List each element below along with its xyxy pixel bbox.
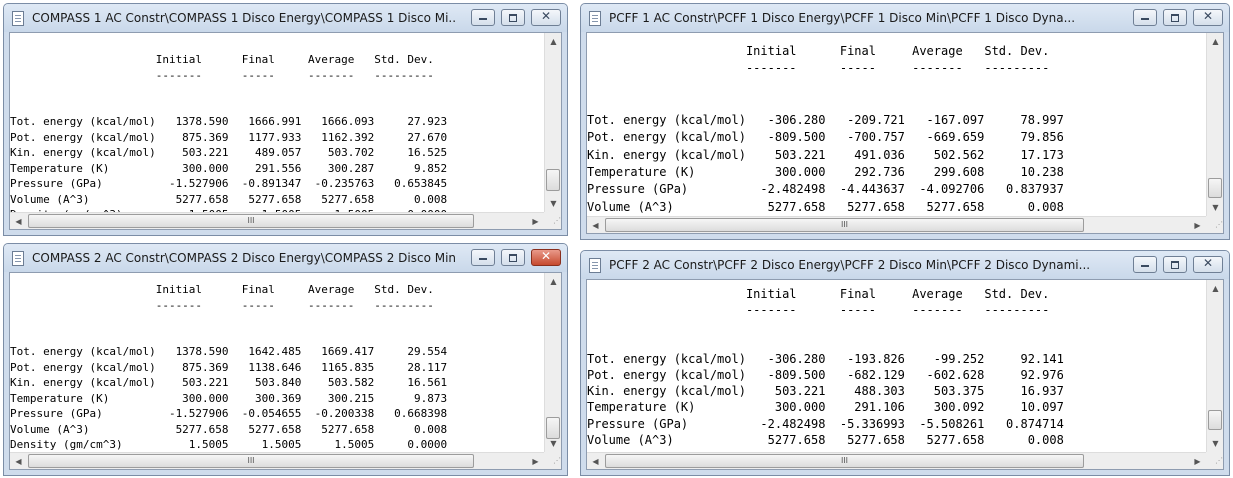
- minimize-button[interactable]: [1133, 256, 1157, 273]
- vertical-scroll-thumb[interactable]: [1208, 178, 1222, 198]
- scroll-left-arrow-icon[interactable]: ◀: [10, 453, 27, 469]
- vertical-scrollbar[interactable]: ▲ ▼: [1206, 280, 1223, 452]
- compass2-output-pane: Initial Final Average Std. Dev. ------- …: [9, 272, 562, 470]
- minimize-icon: [479, 258, 487, 260]
- scroll-down-arrow-icon[interactable]: ▼: [545, 195, 561, 212]
- minimize-button[interactable]: [471, 249, 495, 266]
- close-icon: ✕: [1202, 256, 1214, 270]
- grip-icon: III: [247, 216, 255, 225]
- vertical-scroll-thumb[interactable]: [1208, 410, 1222, 430]
- horizontal-scrollbar[interactable]: ◀ III ▶: [10, 212, 544, 229]
- horizontal-scrollbar[interactable]: ◀ III ▶: [587, 452, 1206, 469]
- close-button[interactable]: ✕: [1193, 9, 1223, 26]
- close-button[interactable]: ✕: [1193, 256, 1223, 273]
- scroll-up-arrow-icon[interactable]: ▲: [545, 273, 561, 290]
- close-icon: ✕: [540, 9, 552, 23]
- maximize-button[interactable]: [1163, 9, 1187, 26]
- size-grip-icon[interactable]: ⋰: [1206, 216, 1223, 233]
- document-icon: [589, 258, 601, 273]
- scroll-up-arrow-icon[interactable]: ▲: [1207, 33, 1223, 50]
- horizontal-scrollbar[interactable]: ◀ III ▶: [587, 216, 1206, 233]
- size-grip-icon[interactable]: ⋰: [544, 452, 561, 469]
- maximize-button[interactable]: [1163, 256, 1187, 273]
- horizontal-scroll-thumb[interactable]: III: [605, 454, 1084, 468]
- horizontal-scroll-thumb[interactable]: III: [28, 454, 474, 468]
- scroll-down-arrow-icon[interactable]: ▼: [545, 435, 561, 452]
- scroll-left-arrow-icon[interactable]: ◀: [10, 213, 27, 229]
- document-icon: [12, 251, 24, 266]
- pcff2-title-bar[interactable]: PCFF 2 AC Constr\PCFF 2 Disco Energy\PCF…: [581, 251, 1229, 279]
- compass2-window[interactable]: COMPASS 2 AC Constr\COMPASS 2 Disco Ener…: [3, 243, 568, 476]
- compass2-title-bar[interactable]: COMPASS 2 AC Constr\COMPASS 2 Disco Ener…: [4, 244, 567, 272]
- vertical-scrollbar[interactable]: ▲ ▼: [544, 33, 561, 212]
- minimize-icon: [479, 18, 487, 20]
- pcff2-window[interactable]: PCFF 2 AC Constr\PCFF 2 Disco Energy\PCF…: [580, 250, 1230, 476]
- horizontal-scroll-thumb[interactable]: III: [605, 218, 1084, 232]
- vertical-scroll-thumb[interactable]: [546, 169, 560, 191]
- document-icon: [589, 11, 601, 26]
- scroll-up-arrow-icon[interactable]: ▲: [545, 33, 561, 50]
- maximize-button[interactable]: [501, 249, 525, 266]
- maximize-icon: [509, 254, 517, 262]
- vertical-scrollbar[interactable]: ▲ ▼: [1206, 33, 1223, 216]
- maximize-icon: [1171, 261, 1179, 269]
- scroll-down-arrow-icon[interactable]: ▼: [1207, 199, 1223, 216]
- scroll-up-arrow-icon[interactable]: ▲: [1207, 280, 1223, 297]
- scroll-left-arrow-icon[interactable]: ◀: [587, 453, 604, 469]
- size-grip-icon[interactable]: ⋰: [544, 212, 561, 229]
- minimize-button[interactable]: [1133, 9, 1157, 26]
- scroll-right-arrow-icon[interactable]: ▶: [1189, 217, 1206, 233]
- maximize-icon: [509, 14, 517, 22]
- horizontal-scrollbar[interactable]: ◀ III ▶: [10, 452, 544, 469]
- pcff1-output-pane: Initial Final Average Std. Dev. ------- …: [586, 32, 1224, 234]
- scroll-left-arrow-icon[interactable]: ◀: [587, 217, 604, 233]
- grip-icon: III: [247, 456, 255, 465]
- compass1-results-text: Initial Final Average Std. Dev. ------- …: [10, 53, 448, 221]
- horizontal-scroll-thumb[interactable]: III: [28, 214, 474, 228]
- grip-icon: III: [840, 456, 849, 465]
- pcff2-results-text: Initial Final Average Std. Dev. ------- …: [587, 287, 1064, 447]
- pcff1-results-text: Initial Final Average Std. Dev. ------- …: [587, 44, 1064, 231]
- close-icon: ✕: [540, 249, 552, 263]
- compass2-window-title: COMPASS 2 AC Constr\COMPASS 2 Disco Ener…: [32, 251, 457, 265]
- scroll-right-arrow-icon[interactable]: ▶: [527, 453, 544, 469]
- scroll-right-arrow-icon[interactable]: ▶: [527, 213, 544, 229]
- close-button[interactable]: ✕: [531, 9, 561, 26]
- pcff1-window[interactable]: PCFF 1 AC Constr\PCFF 1 Disco Energy\PCF…: [580, 3, 1230, 240]
- maximize-icon: [1171, 14, 1179, 22]
- close-button[interactable]: ✕: [531, 249, 561, 266]
- compass2-results-text: Initial Final Average Std. Dev. ------- …: [10, 283, 448, 451]
- compass1-title-bar[interactable]: COMPASS 1 AC Constr\COMPASS 1 Disco Ener…: [4, 4, 567, 32]
- minimize-icon: [1141, 18, 1149, 20]
- document-icon: [12, 11, 24, 26]
- pcff2-window-title: PCFF 2 AC Constr\PCFF 2 Disco Energy\PCF…: [609, 258, 1091, 272]
- pcff2-output-pane: Initial Final Average Std. Dev. ------- …: [586, 279, 1224, 470]
- close-icon: ✕: [1202, 9, 1214, 23]
- minimize-icon: [1141, 265, 1149, 267]
- vertical-scrollbar[interactable]: ▲ ▼: [544, 273, 561, 452]
- size-grip-icon[interactable]: ⋰: [1206, 452, 1223, 469]
- minimize-button[interactable]: [471, 9, 495, 26]
- compass1-window[interactable]: COMPASS 1 AC Constr\COMPASS 1 Disco Ener…: [3, 3, 568, 236]
- compass1-window-title: COMPASS 1 AC Constr\COMPASS 1 Disco Ener…: [32, 11, 457, 25]
- compass1-output-pane: Initial Final Average Std. Dev. ------- …: [9, 32, 562, 230]
- pcff1-window-title: PCFF 1 AC Constr\PCFF 1 Disco Energy\PCF…: [609, 11, 1076, 25]
- scroll-down-arrow-icon[interactable]: ▼: [1207, 435, 1223, 452]
- maximize-button[interactable]: [501, 9, 525, 26]
- pcff1-title-bar[interactable]: PCFF 1 AC Constr\PCFF 1 Disco Energy\PCF…: [581, 4, 1229, 32]
- scroll-right-arrow-icon[interactable]: ▶: [1189, 453, 1206, 469]
- grip-icon: III: [840, 220, 849, 229]
